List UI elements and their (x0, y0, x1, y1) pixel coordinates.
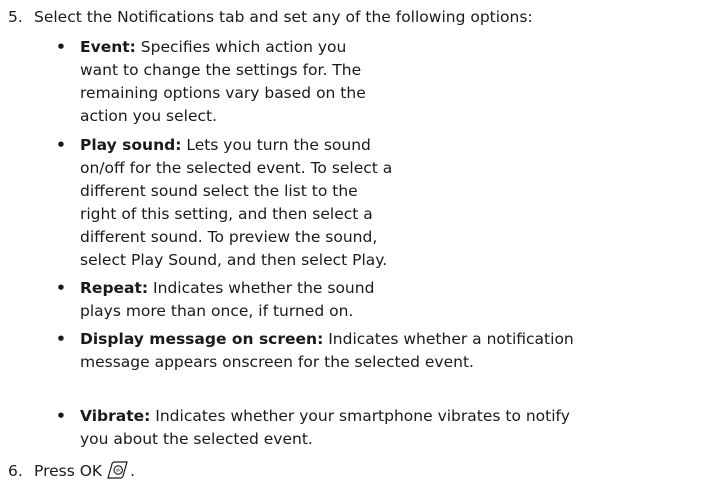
term-label: Repeat: (80, 279, 149, 297)
bullet-symbol: • (56, 38, 66, 56)
description-line: plays more than once, if turned on. (80, 302, 354, 320)
bullet-body: Vibrate: Indicates whether your smartpho… (80, 405, 570, 451)
description-line: right of this setting, and then select a (80, 205, 373, 223)
description-line: you about the selected event. (80, 430, 313, 448)
step-text-main: Press OK (34, 462, 103, 480)
description-line: Lets you turn the sound (181, 136, 371, 154)
document-page: 5. Select the Notifications tab and set … (0, 0, 712, 490)
bullet-symbol: • (56, 279, 66, 297)
description-line: message appears onscreen for the selecte… (80, 353, 474, 371)
description-line: select Play Sound, and then select Play. (80, 251, 388, 269)
step-text: Select the Notifications tab and set any… (34, 8, 533, 26)
svg-text:ok: ok (116, 468, 122, 473)
description-line: want to change the settings for. The (80, 61, 362, 79)
term-label: Vibrate: (80, 407, 151, 425)
ok-button-icon: ok (104, 460, 130, 487)
step-number: 5. (8, 8, 23, 26)
description-line: on/off for the selected event. To select… (80, 159, 393, 177)
step-number: 6. (8, 462, 23, 480)
description-line: different sound select the list to the (80, 182, 358, 200)
bullet-body: Play sound: Lets you turn the sound on/o… (80, 134, 392, 272)
bullet-body: Display message on screen: Indicates whe… (80, 328, 574, 374)
bullet-symbol: • (56, 330, 66, 348)
bullet-body: Repeat: Indicates whether the sound play… (80, 277, 374, 323)
description-line: different sound. To preview the sound, (80, 228, 378, 246)
description-line: action you select. (80, 107, 218, 125)
bullet-body: Event: Specifies which action you want t… (80, 36, 366, 128)
description-line: remaining options vary based on the (80, 84, 366, 102)
bullet-symbol: • (56, 407, 66, 425)
description-line: Indicates whether the sound (148, 279, 375, 297)
step-text: Press OK ok . (34, 460, 135, 487)
term-label: Event: (80, 38, 136, 56)
term-label: Play sound: (80, 136, 182, 154)
description-line: Indicates whether a notification (323, 330, 574, 348)
step-text-period: . (130, 462, 136, 480)
description-line: Indicates whether your smartphone vibrat… (150, 407, 570, 425)
term-label: Display message on screen: (80, 330, 324, 348)
bullet-symbol: • (56, 136, 66, 154)
description-line: Specifies which action you (135, 38, 347, 56)
